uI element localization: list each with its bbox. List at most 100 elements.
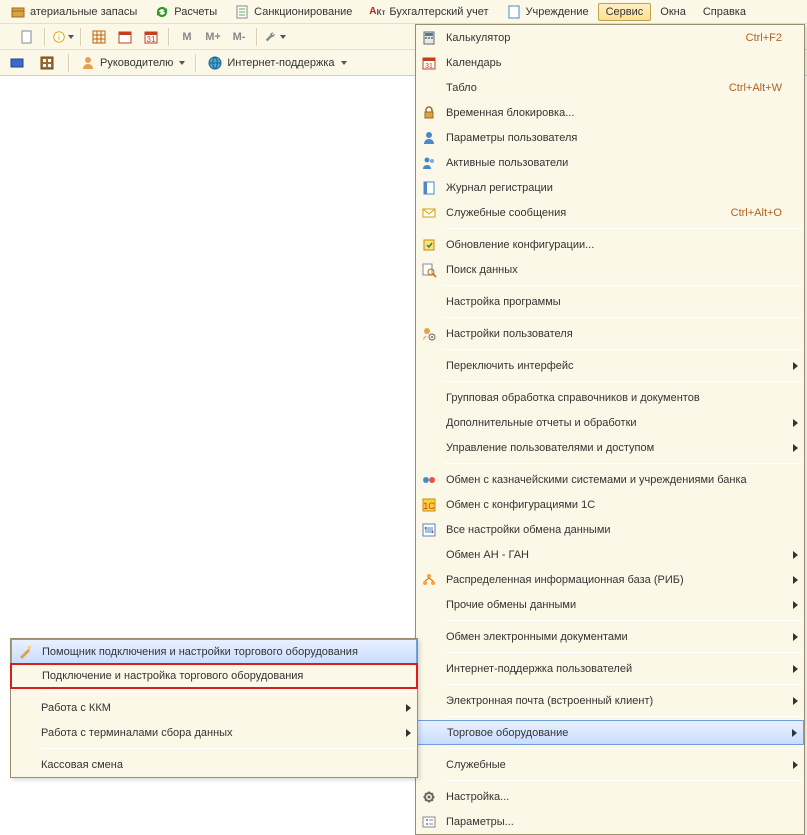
service-menu-item[interactable]: Распределенная информационная база (РИБ) [416,567,804,592]
service-menu-item[interactable]: Настройка программы [416,289,804,314]
trade-menu-item[interactable]: Работа с терминалами сбора данных [11,720,417,745]
service-menu-item[interactable]: Активные пользователи [416,150,804,175]
search-icon [421,262,437,278]
menu-institution[interactable]: Учреждение [498,1,597,23]
separator [444,620,802,621]
svg-text:31: 31 [425,63,433,70]
tb-cal1[interactable] [114,26,136,48]
service-menu-item[interactable]: 31 Календарь [416,50,804,75]
user-icon [80,55,96,71]
separator [39,691,415,692]
service-menu-item[interactable]: 1CОбмен с конфигурациями 1С [416,492,804,517]
menu-windows[interactable]: Окна [652,3,694,21]
service-menu-item[interactable]: Обновление конфигурации... [416,232,804,257]
menu-accounting[interactable]: АКт Бухгалтерский учет [361,1,496,23]
tb-info[interactable]: i [52,26,74,48]
tb-grid[interactable] [88,26,110,48]
menu-item-label: Распределенная информационная база (РИБ) [446,574,782,586]
service-menu-item[interactable]: КалькуляторCtrl+F2 [416,25,804,50]
calc-icon [421,30,437,46]
svg-text:i: i [58,32,60,42]
menu-service[interactable]: Сервис [598,3,652,21]
shortcut-label: Ctrl+Alt+O [731,207,782,219]
service-menu-item[interactable]: Групповая обработка справочников и докум… [416,385,804,410]
separator [80,28,82,46]
chevron-right-icon [793,633,798,641]
tb-wrench[interactable] [264,26,286,48]
service-menu-item[interactable]: Торговое оборудование [416,720,804,745]
service-menu-item[interactable]: Обмен АН - ГАН [416,542,804,567]
trade-menu-item[interactable]: Подключение и настройка торгового оборуд… [10,663,418,689]
separator [444,748,802,749]
service-menu-item[interactable]: Управление пользователями и доступом [416,435,804,460]
service-menu-item[interactable]: Журнал регистрации [416,175,804,200]
separator [444,780,802,781]
service-menu-item[interactable]: Дополнительные отчеты и обработки [416,410,804,435]
blank-icon [421,629,437,645]
service-menu-item[interactable]: Поиск данных [416,257,804,282]
service-menu-item[interactable]: Настройка... [416,784,804,809]
chevron-right-icon [793,665,798,673]
menu-item-label: Подключение и настройка торгового оборуд… [42,670,394,682]
svg-text:31: 31 [147,35,156,44]
service-menu-item[interactable]: Обмен электронными документами [416,624,804,649]
service-menu-item[interactable]: Обмен с казначейскими системами и учрежд… [416,467,804,492]
menu-item-label: Переключить интерфейс [446,360,782,372]
service-menu-item[interactable]: Настройки пользователя [416,321,804,346]
separator [256,28,258,46]
separator [444,652,802,653]
chevron-right-icon [793,551,798,559]
blank-icon [421,80,437,96]
service-menu-item[interactable]: Параметры... [416,809,804,834]
tb-cal2[interactable]: 31 [140,26,162,48]
trade-menu-item[interactable]: Помощник подключения и настройки торгово… [11,639,417,664]
chevron-right-icon [406,729,411,737]
chevron-right-icon [793,419,798,427]
menu-sanction[interactable]: Санкционирование [226,1,360,23]
service-menu-item[interactable]: Все настройки обмена данными [416,517,804,542]
tb-mminus[interactable]: M- [228,26,250,48]
menu-item-label: Кассовая смена [41,759,395,771]
blank-icon [421,440,437,456]
lead-button[interactable]: Руководителю [80,55,185,71]
menu-item-label: Прочие обмены данными [446,599,782,611]
service-menu-item[interactable]: Служебные сообщенияCtrl+Alt+O [416,200,804,225]
separator [39,748,415,749]
service-menu-popup: КалькуляторCtrl+F2 31 Календарь ТаблоCtrl+A… [415,24,805,835]
trade-equipment-popup: Помощник подключения и настройки торгово… [10,638,418,778]
tb-brown[interactable] [36,52,58,74]
trade-menu-item[interactable]: Кассовая смена [11,752,417,777]
menu-item-label: Групповая обработка справочников и докум… [446,392,782,404]
service-menu-item[interactable]: Служебные [416,752,804,777]
tb-blue[interactable] [6,52,28,74]
blank-icon [421,757,437,773]
wizard-icon [17,644,33,660]
blank-icon [421,415,437,431]
service-menu-item[interactable]: Переключить интерфейс [416,353,804,378]
chevron-right-icon [793,362,798,370]
tb-new[interactable] [16,26,38,48]
separator [68,54,70,72]
service-menu-item[interactable]: Временная блокировка... [416,100,804,125]
menu-item-label: Календарь [446,57,782,69]
blank-icon [421,294,437,310]
chevron-right-icon [793,697,798,705]
separator [444,349,802,350]
menu-item-label: Управление пользователями и доступом [446,442,782,454]
menu-calculations[interactable]: Расчеты [146,1,225,23]
support-button[interactable]: Интернет-поддержка [207,55,346,71]
service-menu-item[interactable]: Параметры пользователя [416,125,804,150]
menu-help[interactable]: Справка [695,3,754,21]
tb-mplus[interactable]: M+ [202,26,224,48]
tb-m[interactable]: M [176,26,198,48]
menu-item-label: Дополнительные отчеты и обработки [446,417,782,429]
svg-text:1C: 1C [423,501,435,511]
menu-materials[interactable]: атериальные запасы [2,1,145,23]
service-menu-item[interactable]: ТаблоCtrl+Alt+W [416,75,804,100]
service-menu-item[interactable]: Прочие обмены данными [416,592,804,617]
trade-menu-item[interactable]: Работа с ККМ [11,695,417,720]
service-menu-item[interactable]: Электронная почта (встроенный клиент) [416,688,804,713]
user-gear-icon [421,326,437,342]
service-menu-item[interactable]: Интернет-поддержка пользователей [416,656,804,681]
shortcut-label: Ctrl+Alt+W [729,82,782,94]
